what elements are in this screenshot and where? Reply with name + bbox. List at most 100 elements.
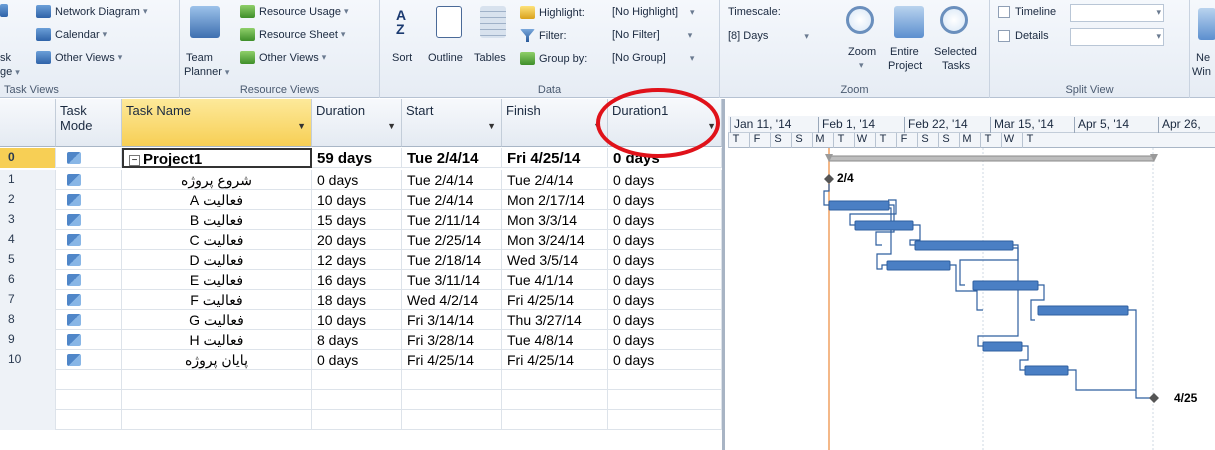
empty-row[interactable] [0, 410, 722, 430]
timeline-view-select[interactable]: ▾ [1070, 4, 1164, 22]
empty-cell[interactable] [402, 390, 502, 410]
duration-cell[interactable]: 10 days [312, 310, 402, 330]
finish-cell[interactable]: Wed 3/5/14 [502, 250, 608, 270]
select-all-corner[interactable] [0, 99, 56, 147]
empty-cell[interactable] [56, 410, 122, 430]
details-checkbox[interactable]: Details [998, 30, 1049, 42]
start-cell[interactable]: Tue 2/25/14 [402, 230, 502, 250]
table-row[interactable]: 6 فعالیت E 16 days Tue 3/11/14 Tue 4/1/1… [0, 270, 722, 290]
details-view-select[interactable]: ▾ [1070, 28, 1164, 46]
task-usage-cut-label-2[interactable]: ge ▾ [0, 66, 20, 78]
zoom-button[interactable]: Zoom [848, 46, 876, 58]
resource-usage-button[interactable]: Resource Usage ▾ [240, 5, 348, 18]
chevron-down-icon[interactable]: ▼ [297, 121, 306, 131]
new-window-button[interactable]: Ne [1196, 52, 1210, 64]
duration-cell[interactable]: 12 days [312, 250, 402, 270]
start-cell[interactable]: Tue 2/4/14 [402, 190, 502, 210]
table-row[interactable]: 8 فعالیت G 10 days Fri 3/14/14 Thu 3/27/… [0, 310, 722, 330]
timeline-checkbox[interactable]: Timeline [998, 6, 1056, 18]
table-row[interactable]: 1 شروع پروژه 0 days Tue 2/4/14 Tue 2/4/1… [0, 170, 722, 190]
team-planner-button[interactable]: Planner ▾ [184, 66, 229, 78]
duration1-cell[interactable]: 0 days [608, 210, 722, 230]
row-id[interactable]: 8 [0, 310, 56, 330]
zoom-dropdown[interactable]: ▾ [856, 60, 864, 71]
table-row[interactable]: 9 فعالیت H 8 days Fri 3/28/14 Tue 4/8/14… [0, 330, 722, 350]
row-id[interactable] [0, 410, 56, 430]
calendar-button[interactable]: Calendar ▾ [36, 28, 107, 41]
finish-cell[interactable]: Fri 4/25/14 [502, 290, 608, 310]
table-row[interactable]: 7 فعالیت F 18 days Wed 4/2/14 Fri 4/25/1… [0, 290, 722, 310]
finish-cell[interactable]: Thu 3/27/14 [502, 310, 608, 330]
network-diagram-button[interactable]: Network Diagram ▾ [36, 5, 148, 18]
duration-cell[interactable]: 59 days [312, 148, 402, 168]
duration1-cell[interactable]: 0 days [608, 190, 722, 210]
table-row[interactable]: 4 فعالیت C 20 days Tue 2/25/14 Mon 3/24/… [0, 230, 722, 250]
task-mode-cell[interactable] [56, 230, 122, 250]
row-id[interactable]: 9 [0, 330, 56, 350]
sort-button[interactable]: Sort [392, 52, 412, 64]
empty-cell[interactable] [502, 390, 608, 410]
task-name-cell[interactable]: فعالیت H [122, 330, 312, 350]
row-id[interactable]: 1 [0, 170, 56, 190]
finish-cell[interactable]: Tue 4/1/14 [502, 270, 608, 290]
task-name-cell[interactable]: فعالیت E [122, 270, 312, 290]
task-name-cell[interactable]: پایان پروژه [122, 350, 312, 370]
start-cell[interactable]: Tue 2/4/14 [402, 148, 502, 168]
task-mode-cell[interactable] [56, 210, 122, 230]
finish-cell[interactable]: Fri 4/25/14 [502, 350, 608, 370]
collapse-icon[interactable]: − [129, 155, 140, 166]
empty-row[interactable] [0, 390, 722, 410]
group-by-select[interactable]: [No Group] ▾ [612, 52, 694, 64]
empty-cell[interactable] [312, 370, 402, 390]
entire-project-button[interactable]: Entire [890, 46, 919, 58]
duration1-cell[interactable]: 0 days [608, 250, 722, 270]
empty-cell[interactable] [502, 410, 608, 430]
finish-cell[interactable]: Fri 4/25/14 [502, 148, 608, 168]
start-cell[interactable]: Wed 4/2/14 [402, 290, 502, 310]
start-cell[interactable]: Tue 2/11/14 [402, 210, 502, 230]
task-name-cell[interactable]: فعالیت C [122, 230, 312, 250]
filter-select[interactable]: [No Filter] ▾ [612, 29, 692, 41]
task-name-cell[interactable]: فعالیت B [122, 210, 312, 230]
start-cell[interactable]: Tue 3/11/14 [402, 270, 502, 290]
empty-cell[interactable] [312, 410, 402, 430]
task-name-cell[interactable]: فعالیت D [122, 250, 312, 270]
chevron-down-icon[interactable]: ▼ [487, 121, 496, 131]
row-id[interactable]: 2 [0, 190, 56, 210]
gantt-chart-cut-button[interactable] [0, 4, 12, 17]
empty-cell[interactable] [608, 390, 722, 410]
start-cell[interactable]: Fri 4/25/14 [402, 350, 502, 370]
task-name-cell[interactable]: فعالیت A [122, 190, 312, 210]
start-cell[interactable]: Fri 3/14/14 [402, 310, 502, 330]
duration1-cell[interactable]: 0 days [608, 290, 722, 310]
empty-cell[interactable] [502, 370, 608, 390]
empty-cell[interactable] [122, 410, 312, 430]
row-id[interactable]: 10 [0, 350, 56, 370]
duration-cell[interactable]: 0 days [312, 350, 402, 370]
column-header-duration[interactable]: Duration ▼ [312, 99, 402, 147]
task-mode-cell[interactable] [56, 170, 122, 190]
task-mode-cell[interactable] [56, 190, 122, 210]
empty-cell[interactable] [122, 370, 312, 390]
row-id[interactable] [0, 370, 56, 390]
duration-cell[interactable]: 20 days [312, 230, 402, 250]
empty-cell[interactable] [402, 410, 502, 430]
column-header-start[interactable]: Start ▼ [402, 99, 502, 147]
row-id[interactable]: 6 [0, 270, 56, 290]
duration-cell[interactable]: 0 days [312, 170, 402, 190]
row-id[interactable]: 7 [0, 290, 56, 310]
table-row[interactable]: 3 فعالیت B 15 days Tue 2/11/14 Mon 3/3/1… [0, 210, 722, 230]
table-row[interactable]: 5 فعالیت D 12 days Tue 2/18/14 Wed 3/5/1… [0, 250, 722, 270]
task-mode-cell[interactable] [56, 330, 122, 350]
duration-cell[interactable]: 16 days [312, 270, 402, 290]
task-mode-cell[interactable] [56, 148, 122, 168]
duration1-cell[interactable]: 0 days [608, 310, 722, 330]
finish-cell[interactable]: Mon 3/24/14 [502, 230, 608, 250]
task-mode-cell[interactable] [56, 270, 122, 290]
selected-tasks-button[interactable]: Selected [934, 46, 977, 58]
empty-row[interactable] [0, 370, 722, 390]
task-name-cell[interactable]: شروع پروژه [122, 170, 312, 190]
finish-cell[interactable]: Mon 3/3/14 [502, 210, 608, 230]
duration1-cell[interactable]: 0 days [608, 170, 722, 190]
column-header-task-mode[interactable]: Task Mode [56, 99, 122, 147]
